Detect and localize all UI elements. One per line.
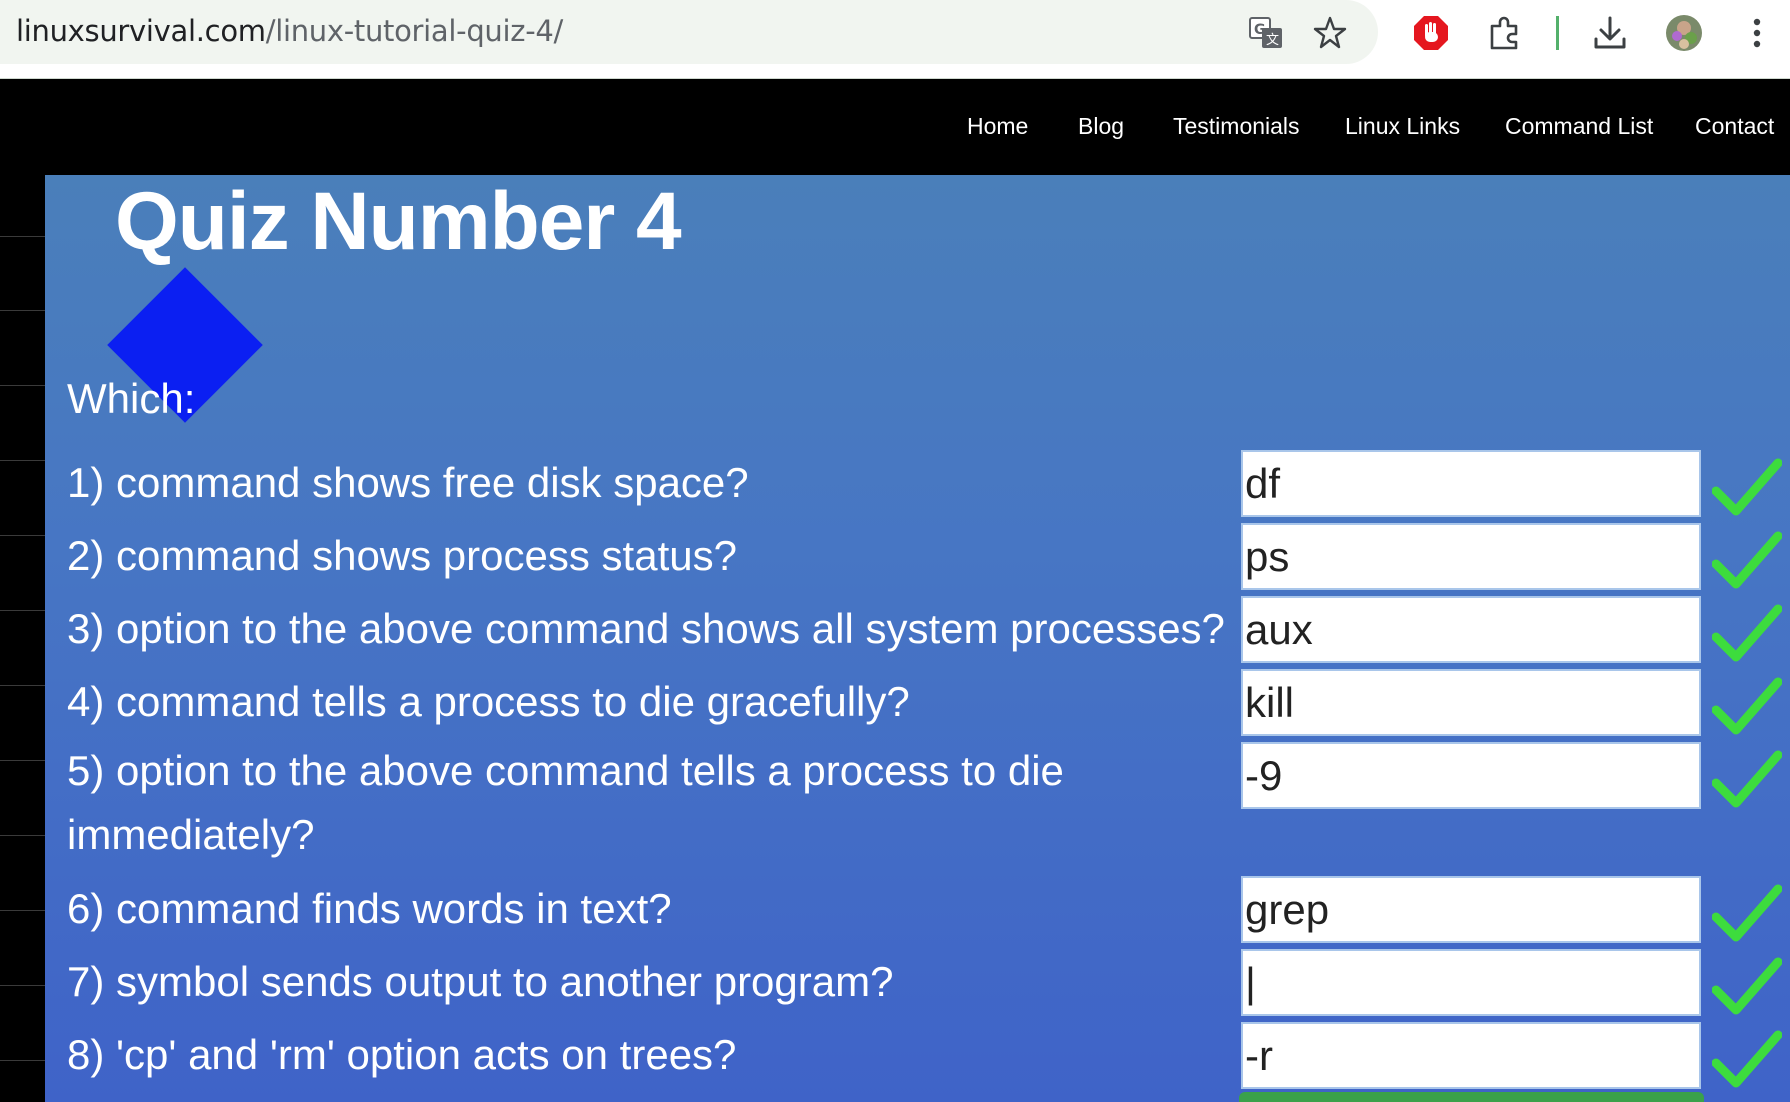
download-icon[interactable] (1591, 14, 1629, 52)
check-icon (1712, 1030, 1782, 1088)
divider (0, 985, 45, 986)
check-icon (1712, 531, 1782, 589)
avatar[interactable] (1665, 14, 1703, 52)
nav-testimonials[interactable]: Testimonials (1173, 113, 1300, 140)
question-1: 1) command shows free disk space? (67, 459, 749, 506)
check-icon (1712, 884, 1782, 942)
url-domain: linuxsurvival.com (16, 14, 266, 48)
divider (0, 835, 45, 836)
check-icon (1712, 604, 1782, 662)
nav-home[interactable]: Home (967, 113, 1028, 140)
question-6: 6) command finds words in text? (67, 885, 672, 932)
quiz-intro: Which: (67, 375, 196, 422)
check-icon (1712, 750, 1782, 808)
question-5: 5) option to the above command tells a p… (67, 747, 1064, 858)
quiz-panel: Quiz Number 4 Which: 1) command shows fr… (45, 175, 1790, 1102)
star-icon[interactable] (1311, 14, 1349, 52)
answer-input-5[interactable]: -9 (1241, 742, 1701, 809)
answer-input-7[interactable]: | (1241, 949, 1701, 1016)
url-path: /linux-tutorial-quiz-4/ (265, 14, 564, 48)
answer-input-6[interactable]: grep (1241, 876, 1701, 943)
address-bar[interactable]: linuxsurvival.com/linux-tutorial-quiz-4/ (0, 0, 1378, 64)
question-2: 2) command shows process status? (67, 532, 737, 579)
divider (0, 310, 45, 311)
check-icon (1712, 957, 1782, 1015)
site-nav: Home Blog Testimonials Linux Links Comma… (0, 79, 1790, 175)
nav-blog[interactable]: Blog (1078, 113, 1124, 140)
more-icon[interactable] (1738, 14, 1776, 52)
divider (0, 910, 45, 911)
submit-button[interactable] (1239, 1092, 1704, 1102)
divider (0, 236, 45, 237)
page-title: Quiz Number 4 (115, 176, 682, 267)
nav-command-list[interactable]: Command List (1505, 113, 1653, 140)
divider (0, 460, 45, 461)
extensions-icon[interactable] (1486, 14, 1524, 52)
nav-linux-links[interactable]: Linux Links (1345, 113, 1460, 140)
svg-text:文: 文 (1266, 33, 1279, 48)
question-7: 7) symbol sends output to another progra… (67, 958, 894, 1005)
question-8: 8) 'cp' and 'rm' option acts on trees? (67, 1031, 737, 1078)
check-icon (1712, 677, 1782, 735)
translate-icon[interactable]: G 文 (1247, 14, 1285, 52)
nav-contact[interactable]: Contact (1695, 113, 1774, 140)
url-text[interactable]: linuxsurvival.com/linux-tutorial-quiz-4/ (16, 14, 563, 48)
divider (0, 685, 45, 686)
question-4: 4) command tells a process to die gracef… (67, 678, 910, 725)
browser-toolbar: linuxsurvival.com/linux-tutorial-quiz-4/… (0, 0, 1790, 79)
check-icon (1712, 458, 1782, 516)
divider (0, 1060, 45, 1061)
left-sidebar-strip (0, 175, 45, 1102)
toolbar-divider (1556, 16, 1559, 50)
question-3: 3) option to the above command shows all… (67, 605, 1225, 652)
answer-input-8[interactable]: -r (1241, 1022, 1701, 1089)
divider (0, 385, 45, 386)
divider (0, 535, 45, 536)
answer-input-1[interactable]: df (1241, 450, 1701, 517)
divider (0, 610, 45, 611)
answer-input-3[interactable]: aux (1241, 596, 1701, 663)
divider (0, 760, 45, 761)
answer-input-2[interactable]: ps (1241, 523, 1701, 590)
answer-input-4[interactable]: kill (1241, 669, 1701, 736)
stop-hand-icon[interactable] (1412, 14, 1450, 52)
